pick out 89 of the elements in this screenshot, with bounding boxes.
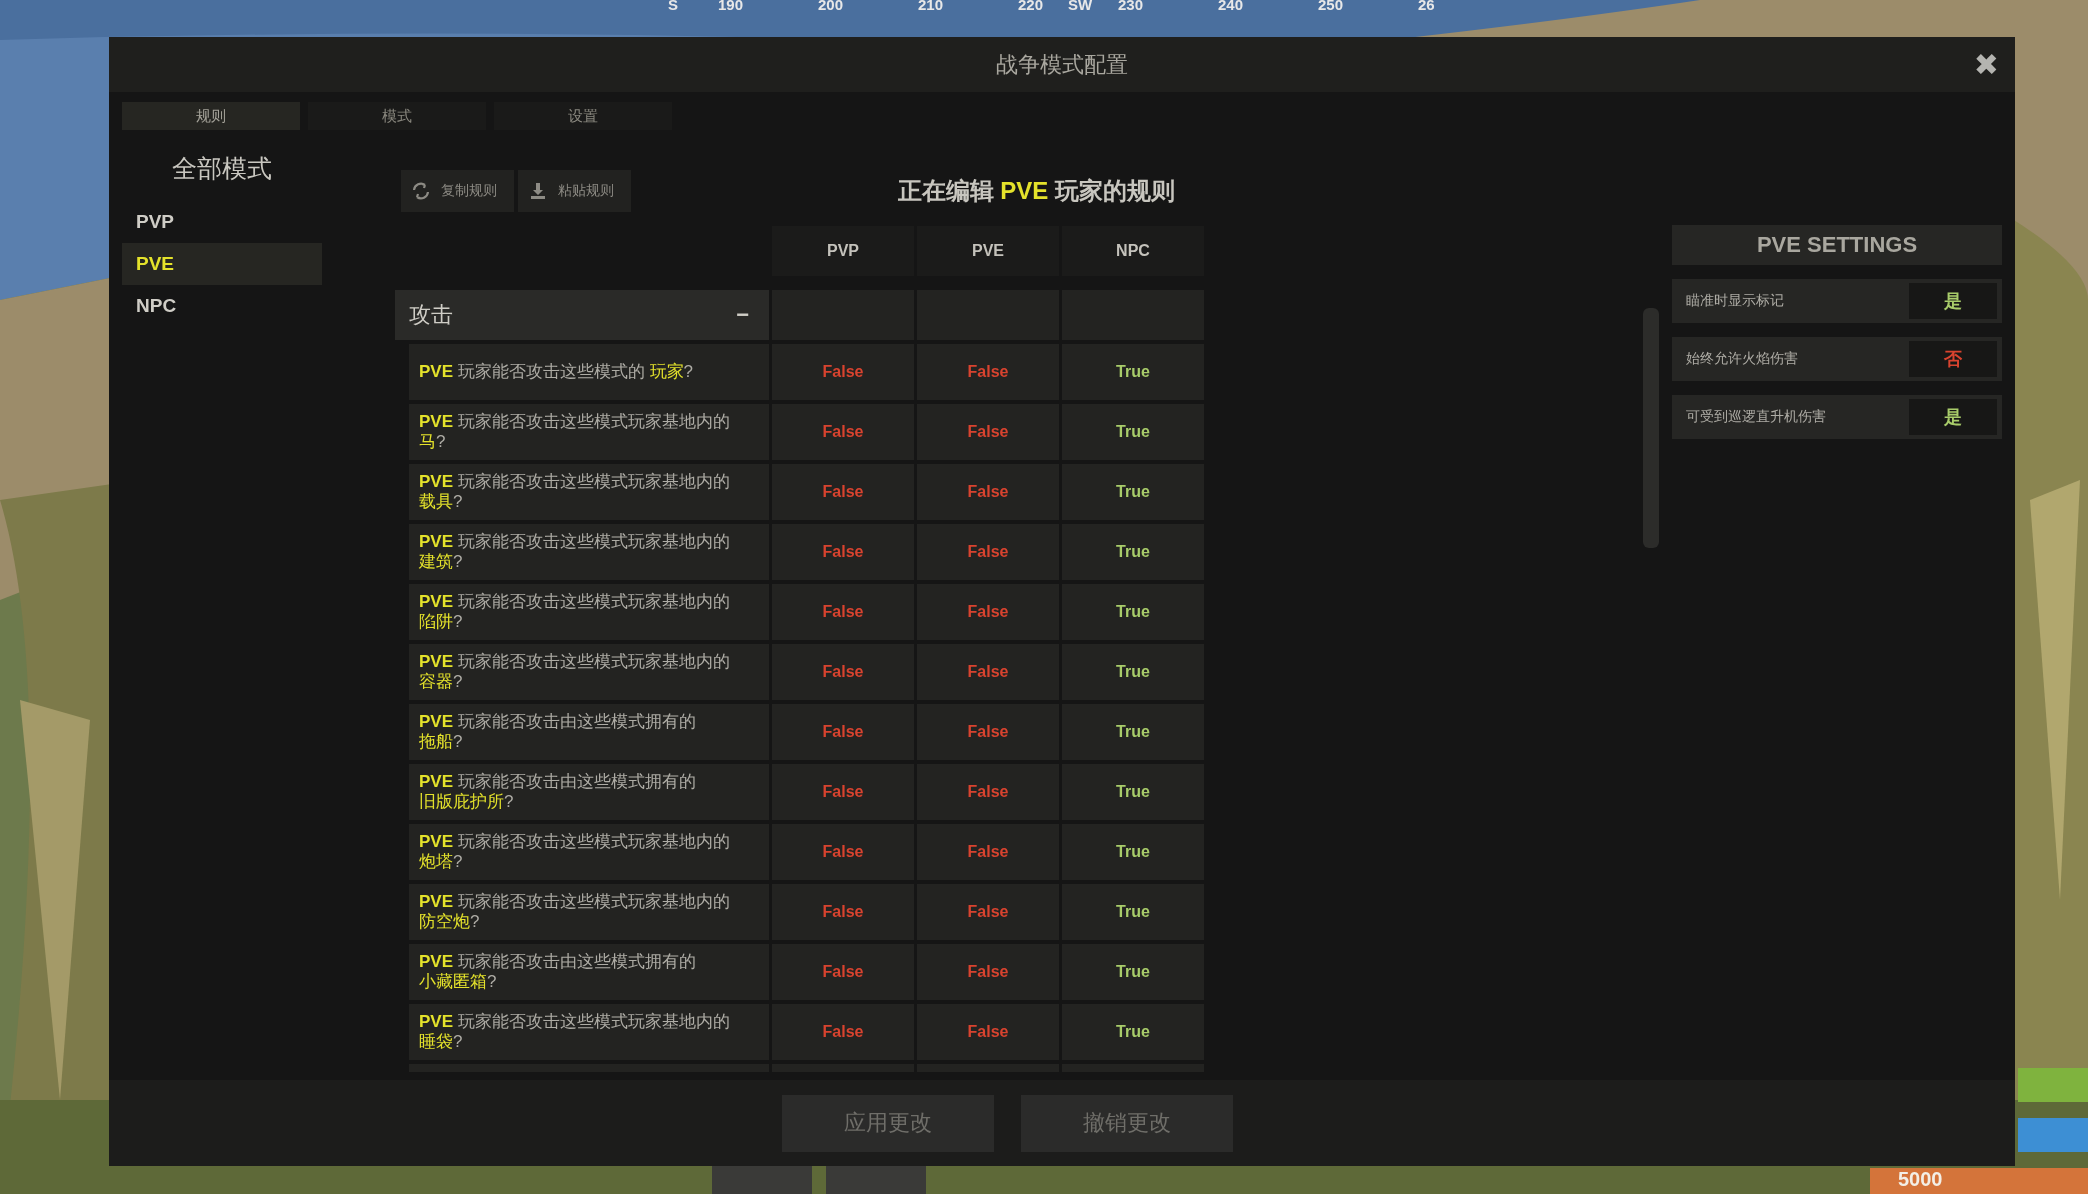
water-bar xyxy=(2018,1118,2088,1152)
toggle-value[interactable]: False xyxy=(961,962,1015,982)
swap-arrows-icon xyxy=(411,181,431,201)
toggle-value[interactable]: True xyxy=(1110,782,1156,802)
toggle-value[interactable]: False xyxy=(816,1022,870,1042)
rule-text: PVE 玩家能否攻击这些模式玩家基地内的 马? xyxy=(419,412,731,452)
toggle-value[interactable]: True xyxy=(1110,362,1156,382)
download-icon xyxy=(528,181,548,201)
setting-label: 瞄准时显示标记 xyxy=(1686,292,1785,310)
paste-button[interactable]: 粘贴规则 xyxy=(518,170,631,212)
toggle-value[interactable]: False xyxy=(816,782,870,802)
compass-label: 220 xyxy=(1018,0,1045,13)
toggle-value[interactable]: False xyxy=(816,842,870,862)
compass-label: 230 xyxy=(1118,0,1145,13)
toggle-value[interactable]: True xyxy=(1110,482,1156,502)
section-title: 攻击 xyxy=(409,301,453,329)
setting-label: 可受到巡逻直升机伤害 xyxy=(1686,408,1827,426)
window-title: 战争模式配置 xyxy=(996,50,1128,79)
sidebar-item[interactable]: PVE xyxy=(122,243,322,285)
sidebar-item[interactable]: NPC xyxy=(122,285,322,327)
health-bar xyxy=(2018,1068,2088,1102)
compass-label: 210 xyxy=(918,0,945,13)
toggle-value[interactable]: False xyxy=(961,422,1015,442)
rule-text: PVE 玩家能否攻击这些模式的 玩家? xyxy=(419,362,694,382)
toggle-value[interactable]: False xyxy=(961,602,1015,622)
footer-button[interactable]: 应用更改 xyxy=(781,1094,994,1152)
amount-label: 5000 xyxy=(1870,1168,2088,1194)
toggle-value[interactable]: True xyxy=(1110,842,1156,862)
compass-label: SW xyxy=(1068,0,1094,13)
toggle-value[interactable]: False xyxy=(961,722,1015,742)
rule-text: PVE 玩家能否攻击由这些模式拥有的 小藏匿箱? xyxy=(419,952,697,992)
toggle-value[interactable]: False xyxy=(816,662,870,682)
toggle-value[interactable]: True xyxy=(1110,602,1156,622)
setting-toggle[interactable]: 是 xyxy=(1909,283,1997,319)
toggle-value[interactable]: False xyxy=(816,482,870,502)
toggle-value[interactable]: True xyxy=(1110,902,1156,922)
column-header: NPC xyxy=(1062,226,1204,276)
tab[interactable]: 模式 xyxy=(308,102,486,130)
toggle-value[interactable]: False xyxy=(816,422,870,442)
column-header: PVE xyxy=(917,226,1059,276)
toggle-value[interactable]: True xyxy=(1110,1022,1156,1042)
compass-label: 190 xyxy=(718,0,745,13)
sidebar-title: 全部模式 xyxy=(172,153,272,184)
rule-text: PVE 玩家能否攻击这些模式玩家基地内的 睡袋? xyxy=(419,1012,731,1052)
editing-heading: 正在编辑 PVE 玩家的规则 xyxy=(897,176,1175,206)
toggle-value[interactable]: False xyxy=(816,542,870,562)
setting-toggle[interactable]: 是 xyxy=(1909,399,1997,435)
toggle-value[interactable]: False xyxy=(816,902,870,922)
toggle-value[interactable]: True xyxy=(1110,962,1156,982)
copy-button[interactable]: 复制规则 xyxy=(401,170,514,212)
tab[interactable]: 设置 xyxy=(494,102,672,130)
toggle-value[interactable]: False xyxy=(961,782,1015,802)
rule-text: PVE 玩家能否攻击这些模式玩家基地内的 容器? xyxy=(419,652,731,692)
sidebar-item[interactable]: PVP xyxy=(122,201,322,243)
toggle-value[interactable]: False xyxy=(816,962,870,982)
column-header: PVP xyxy=(772,226,914,276)
toggle-value[interactable]: False xyxy=(816,362,870,382)
toggle-value[interactable]: True xyxy=(1110,722,1156,742)
compass-label: S xyxy=(668,0,679,13)
toggle-value[interactable]: True xyxy=(1110,422,1156,442)
toggle-value[interactable]: False xyxy=(816,602,870,622)
toggle-value[interactable]: True xyxy=(1110,542,1156,562)
footer-button[interactable]: 撤销更改 xyxy=(1020,1094,1233,1152)
rule-text: PVE 玩家能否攻击由这些模式拥有的 拖船? xyxy=(419,712,697,752)
compass-label: 200 xyxy=(818,0,845,13)
close-button[interactable]: ✖ xyxy=(1969,47,2003,82)
toggle-value[interactable]: False xyxy=(961,902,1015,922)
compass-label: 250 xyxy=(1318,0,1345,13)
toggle-value[interactable]: True xyxy=(1110,662,1156,682)
compass-label: 240 xyxy=(1218,0,1245,13)
tab[interactable]: 规则 xyxy=(122,102,300,130)
toggle-value[interactable]: False xyxy=(961,482,1015,502)
toggle-value[interactable]: False xyxy=(961,662,1015,682)
toggle-value[interactable]: False xyxy=(816,722,870,742)
toggle-value[interactable]: False xyxy=(961,542,1015,562)
toggle-value[interactable]: False xyxy=(961,1022,1015,1042)
rule-text: PVE 玩家能否攻击这些模式玩家基地内的 载具? xyxy=(419,472,731,512)
setting-label: 始终允许火焰伤害 xyxy=(1686,350,1799,368)
toggle-value[interactable]: False xyxy=(961,362,1015,382)
rule-text: PVE 玩家能否攻击这些模式玩家基地内的 建筑? xyxy=(419,532,731,572)
compass-label: 26 xyxy=(1418,0,1436,13)
settings-header: PVE SETTINGS xyxy=(1672,225,2002,265)
toggle-value[interactable]: False xyxy=(961,842,1015,862)
collapse-button[interactable]: − xyxy=(730,301,755,329)
rule-text: PVE 玩家能否攻击这些模式玩家基地内的 炮塔? xyxy=(419,832,731,872)
rule-text: PVE 玩家能否攻击这些模式玩家基地内的 陷阱? xyxy=(419,592,731,632)
rule-text: PVE 玩家能否攻击这些模式玩家基地内的 防空炮? xyxy=(419,892,731,932)
setting-toggle[interactable]: 否 xyxy=(1909,341,1997,377)
rule-text: PVE 玩家能否攻击由这些模式拥有的 旧版庇护所? xyxy=(419,772,697,812)
